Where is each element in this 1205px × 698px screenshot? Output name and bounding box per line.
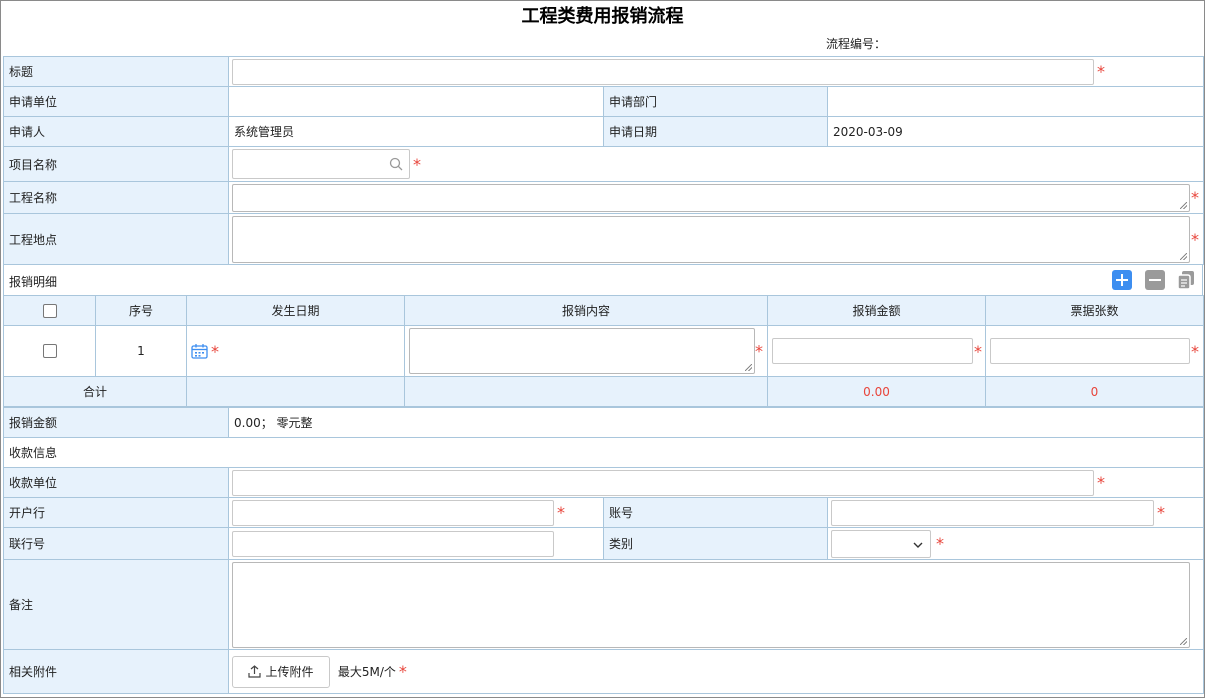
- applicant-value: 系统管理员: [228, 116, 604, 147]
- upload-hint: 最大5M/个: [337, 665, 396, 679]
- required-mark: *: [755, 341, 763, 361]
- apply-date-value: 2020-03-09: [826, 116, 1205, 147]
- column-header: 序号: [95, 295, 187, 326]
- chevron-down-icon: [913, 542, 923, 548]
- required-mark: *: [413, 154, 421, 174]
- amount-input[interactable]: [772, 338, 973, 364]
- minus-icon: [1149, 279, 1161, 281]
- applicant-unit-label: 申请单位: [3, 86, 229, 117]
- required-mark: *: [1097, 473, 1105, 492]
- remark-label: 备注: [3, 559, 229, 650]
- required-mark: *: [1157, 503, 1165, 522]
- bank-code-label: 联行号: [3, 527, 229, 560]
- page-title: 工程类费用报销流程: [521, 6, 684, 27]
- select-all-cell: [3, 295, 96, 326]
- calendar-icon[interactable]: [191, 343, 208, 359]
- title-input[interactable]: [232, 58, 1094, 85]
- apply-date-label: 申请日期: [603, 116, 828, 147]
- detail-section-label: 报销明细: [9, 275, 58, 289]
- bank-label: 开户行: [3, 497, 229, 528]
- engineering-name-label: 工程名称: [3, 181, 229, 214]
- category-select[interactable]: [831, 529, 931, 558]
- engineering-location-textarea[interactable]: [232, 215, 1190, 263]
- add-row-button[interactable]: [1112, 270, 1132, 290]
- total-content-cell: [404, 376, 768, 407]
- content-textarea[interactable]: [409, 328, 755, 374]
- copy-icon: [1177, 271, 1194, 290]
- title-label: 标题: [3, 56, 229, 87]
- copy-row-button[interactable]: [1176, 270, 1196, 290]
- total-date-cell: [186, 376, 405, 407]
- bank-code-input[interactable]: [232, 530, 554, 557]
- applicant-dept-label: 申请部门: [603, 86, 828, 117]
- total-count: 0: [985, 376, 1204, 407]
- row-checkbox[interactable]: [42, 344, 57, 359]
- required-mark: *: [936, 534, 944, 553]
- upload-attachment-button[interactable]: 上传附件: [232, 655, 330, 688]
- required-mark: *: [1191, 229, 1199, 249]
- remove-row-button[interactable]: [1145, 270, 1165, 290]
- reimburse-amount-label: 报销金额: [3, 407, 229, 438]
- account-input[interactable]: [831, 499, 1154, 526]
- payee-unit-label: 收款单位: [3, 467, 229, 498]
- required-mark: *: [211, 341, 219, 361]
- applicant-dept-value: [826, 86, 1205, 117]
- required-mark: *: [1191, 341, 1199, 361]
- detail-section-header: 报销明细: [3, 265, 1203, 295]
- project-name-input[interactable]: [232, 149, 410, 179]
- account-label: 账号: [603, 497, 828, 528]
- engineering-name-textarea[interactable]: [232, 183, 1190, 212]
- receipt-count-input[interactable]: [990, 338, 1190, 364]
- applicant-unit-value: [228, 86, 604, 117]
- column-header: 报销金额: [767, 295, 986, 326]
- flow-number-label: 流程编号：: [826, 37, 887, 51]
- payee-section-label: 收款信息: [2, 437, 1205, 468]
- engineering-location-label: 工程地点: [3, 213, 229, 265]
- required-mark: *: [1097, 62, 1105, 81]
- select-all-checkbox[interactable]: [42, 303, 57, 318]
- table-row: 1 * * * *: [3, 325, 1204, 377]
- total-label: 合计: [3, 376, 187, 407]
- attachment-label: 相关附件: [3, 649, 229, 694]
- applicant-label: 申请人: [3, 116, 229, 147]
- reimburse-amount-value: 0.00； 零元整: [227, 407, 1205, 438]
- bank-input[interactable]: [232, 499, 554, 526]
- total-amount: 0.00: [767, 376, 986, 407]
- search-icon[interactable]: [389, 157, 403, 171]
- column-header: 票据张数: [985, 295, 1204, 326]
- total-row: 合计 0.00 0: [3, 376, 1204, 407]
- column-header: 报销内容: [404, 295, 768, 326]
- required-mark: *: [1191, 188, 1199, 207]
- upload-icon: [248, 664, 262, 678]
- form-header-table: 标题 * 申请单位 申请部门 申请人 系统管理员 申请日期 2020-03-09…: [3, 56, 1205, 265]
- plus-icon: [1116, 274, 1128, 286]
- required-mark: *: [398, 662, 407, 681]
- required-mark: *: [974, 341, 982, 361]
- remark-textarea[interactable]: [232, 561, 1190, 648]
- column-header: 发生日期: [186, 295, 405, 326]
- payee-unit-input[interactable]: [232, 469, 1094, 496]
- form-footer-table: 报销金额 0.00； 零元整 收款信息 收款单位 * 开户行 * 账号 * 联行…: [2, 407, 1205, 694]
- required-mark: *: [557, 503, 565, 522]
- project-name-label: 项目名称: [3, 146, 229, 182]
- detail-table: 序号 发生日期 报销内容 报销金额 票据张数 1 * * * * 合计 0.00…: [3, 295, 1204, 407]
- upload-button-label: 上传附件: [265, 664, 314, 679]
- row-seq: 1: [95, 325, 187, 377]
- category-label: 类别: [603, 527, 828, 560]
